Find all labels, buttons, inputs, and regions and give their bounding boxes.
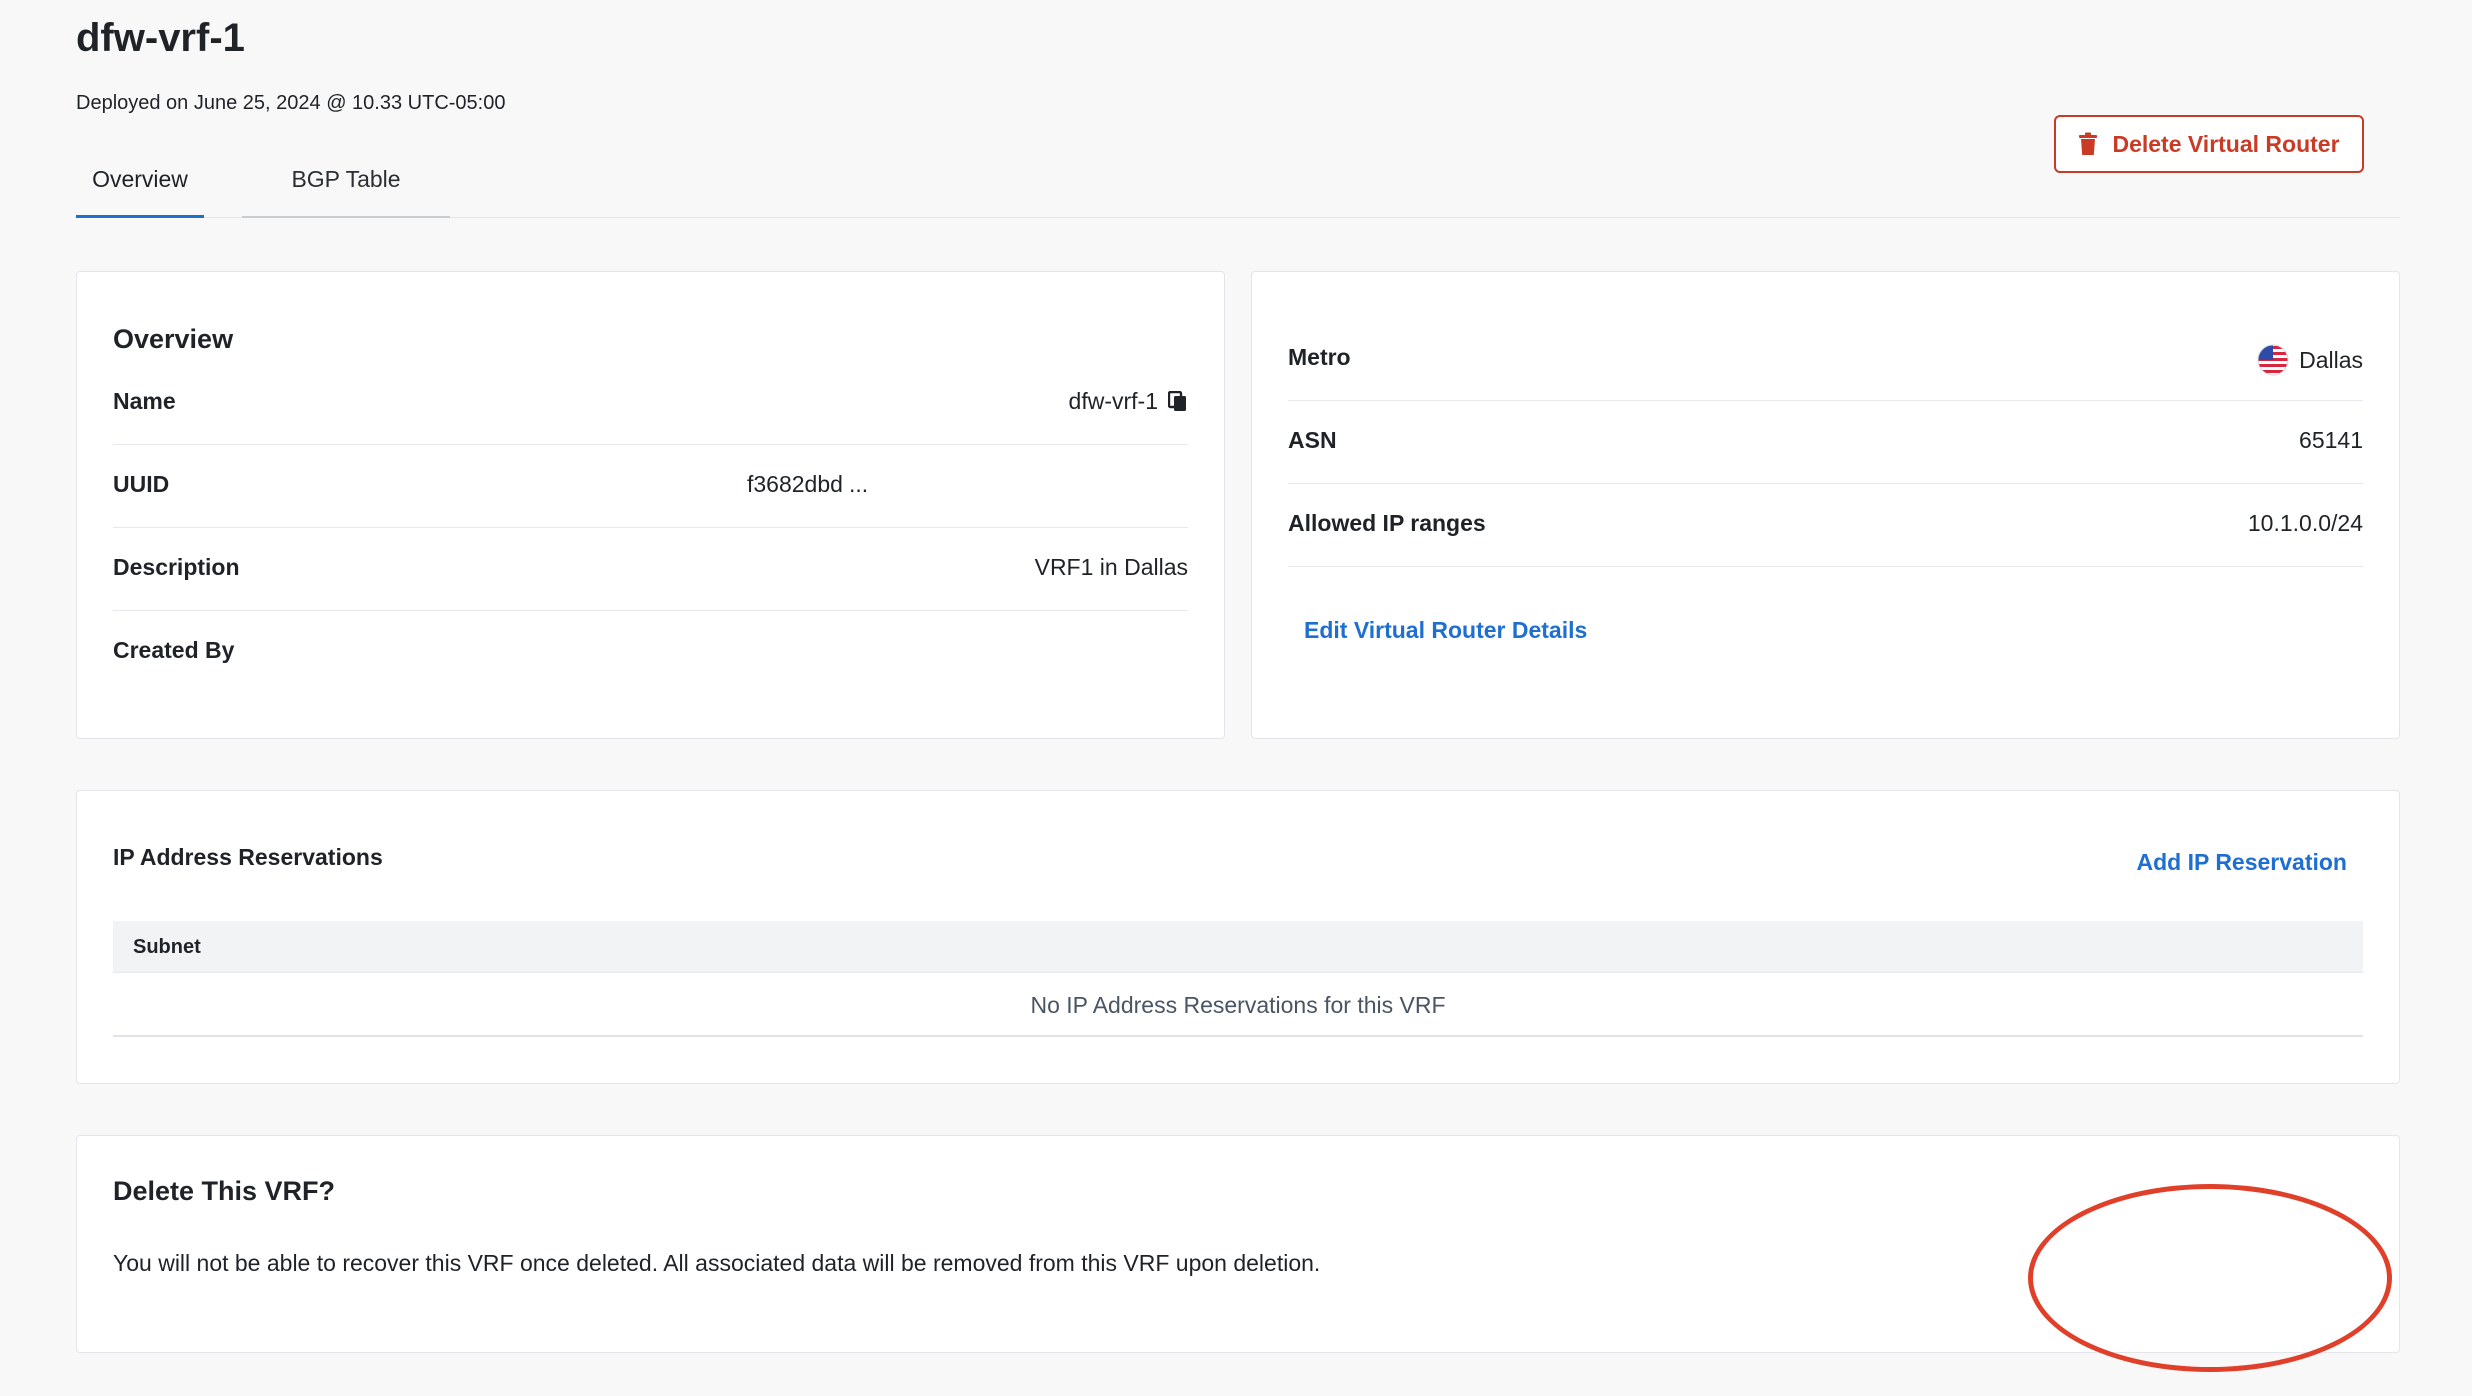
uuid-row: UUID f3682dbd... (113, 445, 1188, 528)
name-row: Name dfw-vrf-1 (113, 362, 1188, 445)
trash-icon (2078, 132, 2098, 156)
allowed-ip-label: Allowed IP ranges (1288, 510, 1486, 536)
name-value-group: dfw-vrf-1 (1069, 388, 1188, 415)
us-flag-icon (2257, 344, 2289, 376)
overview-heading: Overview (113, 324, 234, 354)
overview-card: Overview Name dfw-vrf-1 UUID f3682dbd...… (76, 271, 1225, 739)
add-ip-reservation-link[interactable]: Add IP Reservation (2137, 849, 2347, 876)
ip-reservations-card: IP Address Reservations Add IP Reservati… (76, 790, 2400, 1084)
asn-row: ASN 65141 (1288, 401, 2363, 484)
table-header: Subnet (113, 921, 2363, 973)
uuid-label: UUID (113, 471, 170, 497)
tab-bar: Overview BGP Table (76, 150, 2400, 218)
metro-label: Metro (1288, 344, 1351, 370)
created-by-row: Created By (113, 611, 1188, 694)
metro-row: Metro Dallas (1288, 318, 2363, 401)
allowed-ip-value: 10.1.0.0/24 (2247, 510, 2363, 536)
name-label: Name (113, 388, 176, 414)
deployed-timestamp: Deployed on June 25, 2024 @ 10.33 UTC-05… (76, 92, 506, 114)
description-value: VRF1 in Dallas (1034, 554, 1188, 580)
edit-virtual-router-link[interactable]: Edit Virtual Router Details (1304, 617, 1587, 644)
uuid-value-group: f3682dbd... (747, 471, 868, 498)
asn-value: 65141 (2299, 427, 2363, 453)
details-card: Metro Dallas ASN 65141 Allowed IP ranges… (1251, 271, 2400, 739)
column-subnet[interactable]: Subnet (133, 936, 201, 959)
copy-icon[interactable] (1167, 390, 1188, 413)
highlight-annotation (2028, 1184, 2392, 1372)
vrf-detail-page: dfw-vrf-1 Deployed on June 25, 2024 @ 10… (0, 0, 2472, 1396)
metro-value-group: Dallas (2257, 344, 2363, 376)
tab-bgp-table[interactable]: BGP Table (242, 150, 450, 218)
uuid-ellipsis[interactable]: ... (849, 471, 868, 497)
delete-title: Delete This VRF? (113, 1176, 336, 1206)
table-empty-state: No IP Address Reservations for this VRF (113, 973, 2363, 1037)
tab-overview[interactable]: Overview (76, 150, 204, 218)
page-title: dfw-vrf-1 (76, 16, 245, 60)
allowed-ip-row: Allowed IP ranges 10.1.0.0/24 (1288, 484, 2363, 567)
metro-value: Dallas (2299, 346, 2363, 373)
asn-label: ASN (1288, 427, 1337, 453)
delete-warning-text: You will not be able to recover this VRF… (113, 1250, 1321, 1276)
uuid-value: f3682dbd (747, 471, 843, 497)
delete-button-label: Delete Virtual Router (2112, 130, 2340, 157)
name-value: dfw-vrf-1 (1068, 388, 1158, 414)
description-row: Description VRF1 in Dallas (113, 528, 1188, 611)
ip-reservations-title: IP Address Reservations (113, 844, 383, 870)
description-label: Description (113, 554, 240, 580)
delete-virtual-router-button[interactable]: Delete Virtual Router (2054, 115, 2364, 173)
created-by-label: Created By (113, 637, 235, 663)
